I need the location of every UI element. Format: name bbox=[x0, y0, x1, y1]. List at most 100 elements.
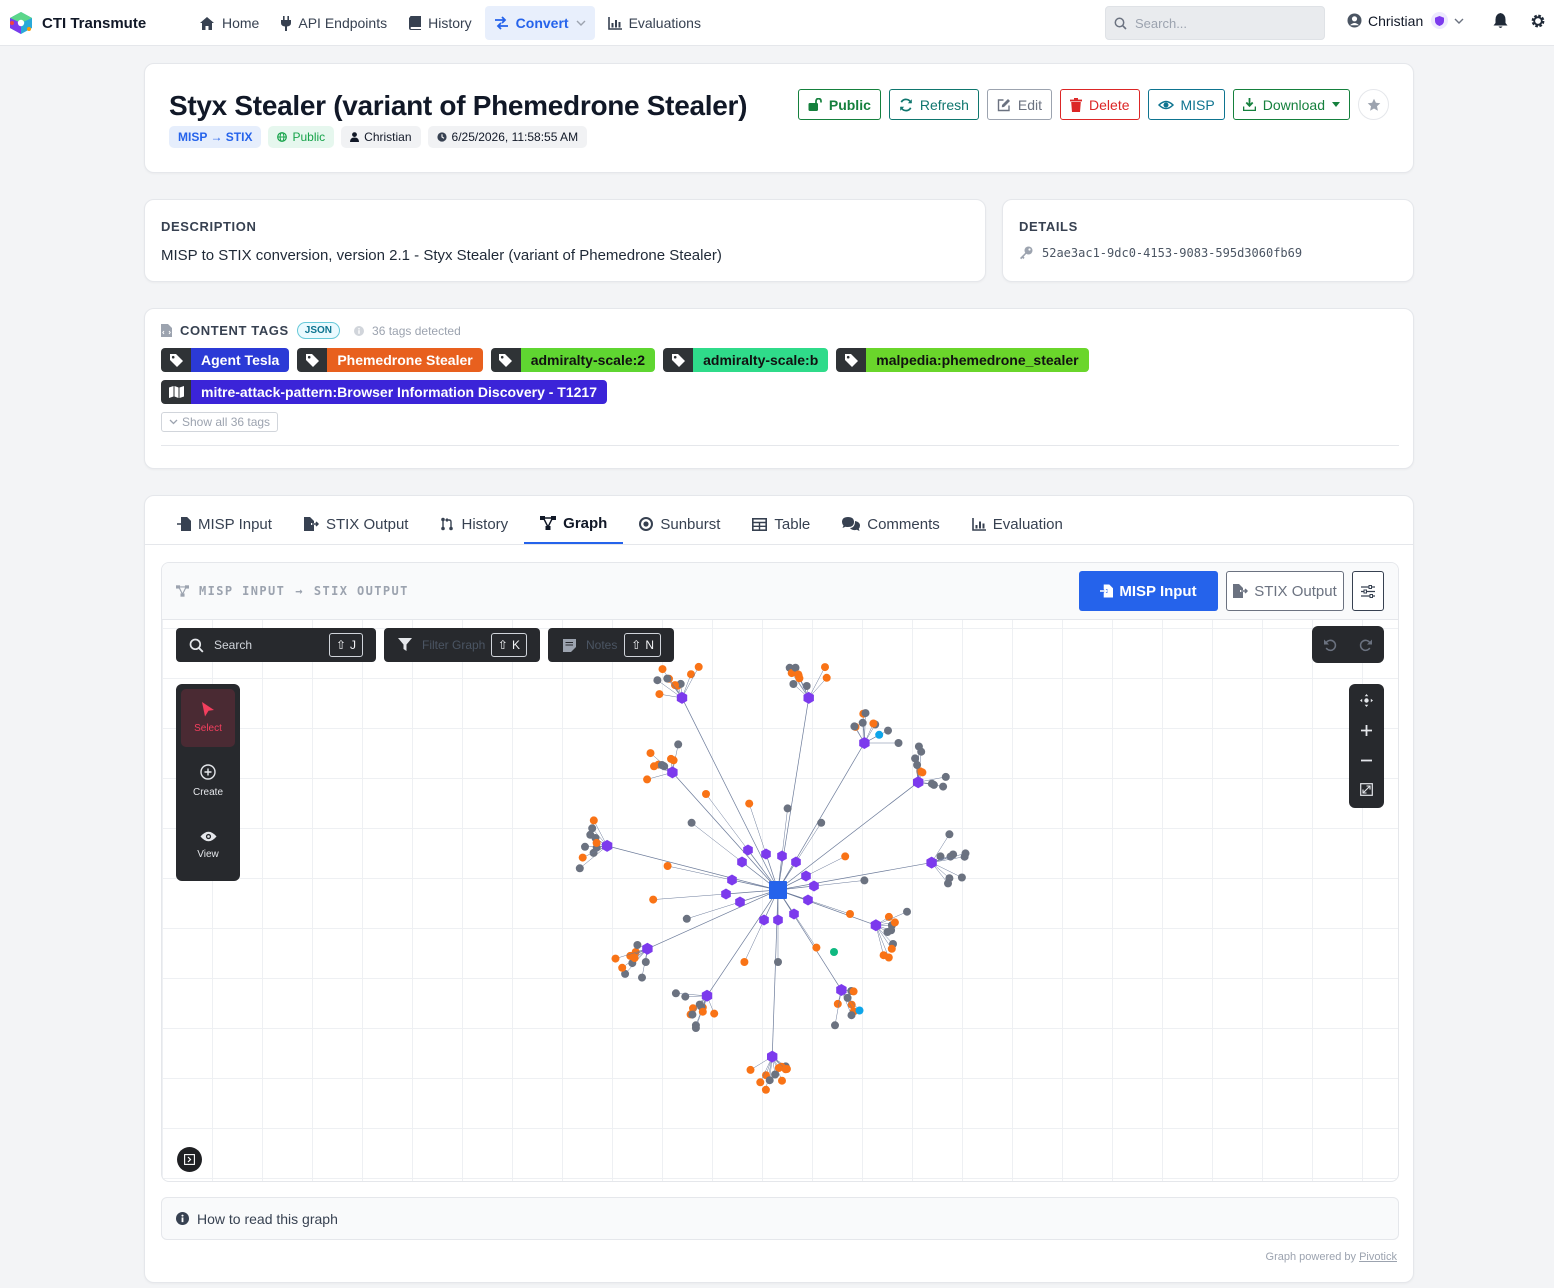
graph-object-node[interactable] bbox=[676, 691, 688, 704]
graph-node[interactable] bbox=[945, 830, 954, 839]
zoom-in-icon[interactable] bbox=[1361, 725, 1372, 736]
graph-node[interactable] bbox=[691, 1024, 700, 1032]
nav-home[interactable]: Home bbox=[190, 6, 268, 40]
misp-button[interactable]: MISP bbox=[1147, 89, 1225, 120]
graph-node[interactable] bbox=[653, 676, 662, 685]
zoom-out-icon[interactable] bbox=[1361, 759, 1372, 762]
misp-input-toggle-button[interactable]: MISP Input bbox=[1079, 571, 1218, 611]
graph-node[interactable] bbox=[641, 958, 650, 966]
graph-notes[interactable]: Notes ⇧ N bbox=[548, 628, 674, 662]
graph-node[interactable] bbox=[669, 756, 678, 765]
nav-convert[interactable]: Convert bbox=[484, 6, 595, 40]
graph-node[interactable] bbox=[846, 910, 854, 918]
graph-node[interactable] bbox=[890, 918, 899, 927]
graph-node[interactable] bbox=[575, 864, 584, 873]
public-button[interactable]: Public bbox=[797, 89, 881, 120]
graph-node[interactable] bbox=[663, 674, 672, 683]
graph-node[interactable] bbox=[939, 782, 948, 791]
graph-node[interactable] bbox=[861, 709, 870, 718]
graph-object-node[interactable] bbox=[777, 850, 787, 862]
tab-misp-input[interactable]: MISP Input bbox=[161, 504, 288, 544]
brand[interactable]: CTI Transmute bbox=[8, 11, 146, 35]
nav-evaluations[interactable]: Evaluations bbox=[599, 6, 710, 40]
graph-node[interactable] bbox=[633, 941, 642, 949]
graph-node[interactable] bbox=[883, 928, 892, 936]
graph-node[interactable] bbox=[695, 1000, 704, 1009]
graph-object-node[interactable] bbox=[727, 874, 737, 886]
graph-object-node[interactable] bbox=[913, 776, 924, 789]
graph-object-node[interactable] bbox=[761, 848, 771, 860]
graph-node[interactable] bbox=[821, 663, 829, 672]
graph-node[interactable] bbox=[646, 749, 655, 758]
graph-node[interactable] bbox=[581, 842, 589, 851]
graph-node[interactable] bbox=[745, 799, 754, 808]
graph-node[interactable] bbox=[674, 740, 683, 749]
graph-node[interactable] bbox=[869, 719, 878, 728]
graph-object-node[interactable] bbox=[791, 856, 801, 868]
tag-chip[interactable]: malpedia:phemedrone_stealer bbox=[836, 348, 1089, 372]
graph-node[interactable] bbox=[756, 1078, 765, 1087]
graph-node[interactable] bbox=[698, 1007, 707, 1016]
graph-node[interactable] bbox=[618, 963, 627, 972]
graph-node[interactable] bbox=[855, 1006, 864, 1015]
graph-node[interactable] bbox=[812, 943, 821, 952]
tab-graph[interactable]: Graph bbox=[524, 504, 624, 544]
graph-node[interactable] bbox=[611, 954, 620, 963]
graph-node[interactable] bbox=[875, 730, 884, 739]
graph-object-node[interactable] bbox=[743, 844, 753, 856]
graph-node[interactable] bbox=[688, 1010, 697, 1019]
tab-comments[interactable]: Comments bbox=[826, 504, 956, 544]
graph-node[interactable] bbox=[841, 852, 850, 861]
graph-node[interactable] bbox=[578, 853, 587, 862]
graph-filter[interactable]: Filter Graph ⇧ K bbox=[384, 628, 540, 662]
graph-node[interactable] bbox=[833, 999, 842, 1008]
graph-node[interactable] bbox=[682, 914, 691, 923]
delete-button[interactable]: Delete bbox=[1060, 89, 1140, 120]
graph-node[interactable] bbox=[710, 1009, 719, 1018]
graph-node[interactable] bbox=[887, 944, 896, 953]
edit-button[interactable]: Edit bbox=[986, 89, 1053, 120]
graph-node[interactable] bbox=[774, 958, 782, 966]
graph-center-node[interactable] bbox=[769, 881, 787, 899]
tab-table[interactable]: Table bbox=[736, 504, 826, 544]
tag-chip[interactable]: Agent Tesla bbox=[161, 348, 290, 372]
graph-node[interactable] bbox=[913, 761, 922, 769]
graph-node[interactable] bbox=[655, 690, 664, 699]
download-button[interactable]: Download bbox=[1232, 89, 1350, 120]
graph-node[interactable] bbox=[589, 816, 598, 825]
graph-node[interactable] bbox=[822, 673, 831, 682]
graph-node[interactable] bbox=[643, 775, 652, 784]
graph-search[interactable]: Search ⇧ J bbox=[176, 628, 376, 662]
graph-object-node[interactable] bbox=[801, 870, 811, 882]
gear-icon[interactable] bbox=[1530, 13, 1546, 29]
graph-node[interactable] bbox=[761, 1085, 770, 1094]
graph-node[interactable] bbox=[783, 804, 792, 813]
user-menu[interactable]: Christian bbox=[1347, 12, 1464, 29]
graph-node[interactable] bbox=[917, 747, 926, 756]
how-to-read-graph[interactable]: How to read this graph bbox=[161, 1197, 1399, 1240]
graph-node[interactable] bbox=[694, 662, 703, 671]
graph-node[interactable] bbox=[795, 674, 804, 683]
graph-node[interactable] bbox=[903, 907, 911, 916]
graph-canvas[interactable]: Search ⇧ J Filter Graph ⇧ K Notes ⇧ N Se… bbox=[162, 620, 1398, 1181]
search-input[interactable]: Search... bbox=[1105, 6, 1325, 40]
graph-object-node[interactable] bbox=[803, 894, 813, 906]
tag-chip[interactable]: Phemedrone Stealer bbox=[297, 348, 483, 372]
stix-output-toggle-button[interactable]: STIX Output bbox=[1226, 571, 1344, 611]
graph-node[interactable] bbox=[830, 948, 838, 956]
graph-node[interactable] bbox=[858, 718, 867, 727]
graph-node[interactable] bbox=[663, 862, 672, 870]
tab-sunburst[interactable]: Sunburst bbox=[623, 504, 736, 544]
tool-view[interactable]: View bbox=[181, 819, 235, 871]
pivotick-link[interactable]: Pivotick bbox=[1359, 1251, 1397, 1263]
tag-attack-pattern[interactable]: mitre-attack-pattern:Browser Information… bbox=[161, 380, 607, 404]
graph-node[interactable] bbox=[630, 954, 639, 962]
graph-node[interactable] bbox=[847, 1011, 856, 1020]
graph-node[interactable] bbox=[658, 665, 667, 674]
tab-stix-output[interactable]: STIX Output bbox=[288, 504, 425, 544]
graph-node[interactable] bbox=[944, 879, 952, 888]
graph-node[interactable] bbox=[927, 779, 936, 788]
graph-node[interactable] bbox=[831, 1021, 839, 1030]
graph-node[interactable] bbox=[817, 818, 826, 827]
tab-evaluation[interactable]: Evaluation bbox=[956, 504, 1079, 544]
